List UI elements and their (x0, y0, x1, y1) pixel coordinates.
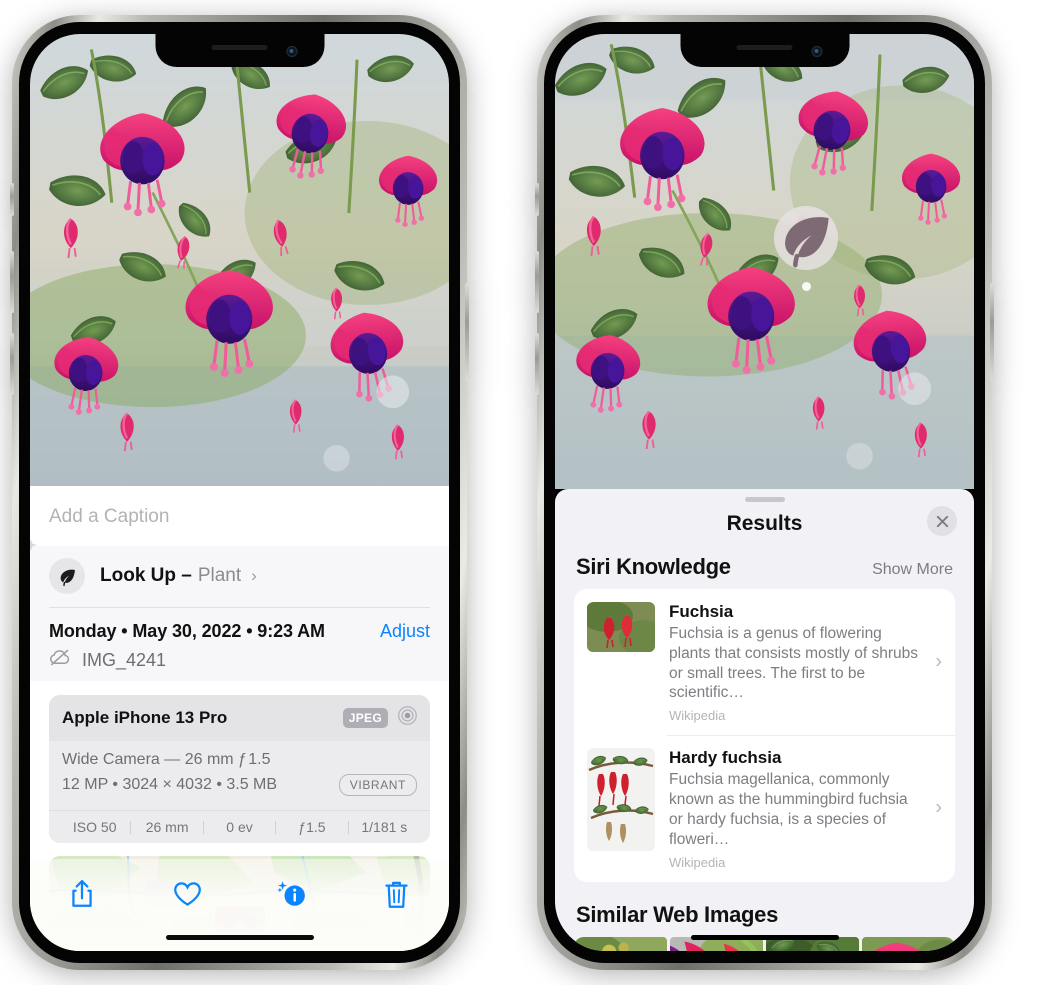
chevron-right-icon: › (251, 566, 257, 585)
similar-image-thumbnail[interactable] (862, 936, 955, 951)
photographic-style-badge: VIBRANT (338, 774, 417, 796)
exif-stat-iso: ISO 50 (72, 819, 117, 835)
size-info: 12 MP • 3024 × 4032 • 3.5 MB (62, 776, 278, 793)
front-camera (811, 46, 822, 57)
volume-up-button[interactable] (10, 251, 14, 313)
screen-right: Results Siri Knowledge Show More Fuchsia… (555, 34, 974, 951)
home-indicator[interactable] (690, 935, 839, 940)
screen-left: Add a Caption Look Up – Plant › Monday •… (30, 34, 449, 951)
exif-stats-row: ISO 50 26 mm 0 ev ƒ1.5 1/181 s (49, 810, 430, 843)
similar-image-thumbnail[interactable] (574, 936, 667, 951)
mute-switch[interactable] (535, 183, 539, 216)
notch (155, 34, 324, 67)
home-indicator[interactable] (165, 935, 314, 940)
result-source: Wikipedia (669, 708, 726, 724)
earpiece-speaker (211, 45, 268, 50)
power-button[interactable] (465, 283, 469, 381)
look-up-block: Look Up – Plant › (30, 539, 449, 608)
results-title: Results (726, 512, 803, 535)
leaf-icon (49, 558, 85, 594)
result-text: Fuchsia Fuchsia is a genus of flowering … (669, 602, 942, 723)
caption-input[interactable]: Add a Caption (30, 486, 449, 546)
photo-viewer[interactable] (30, 34, 449, 486)
power-button[interactable] (990, 283, 994, 381)
result-source: Wikipedia (669, 854, 726, 870)
exif-stat-shutter: 1/181 s (361, 819, 408, 835)
result-title: Fuchsia (669, 602, 734, 621)
volume-down-button[interactable] (535, 333, 539, 395)
look-up-label-group: Look Up – Plant › (100, 565, 257, 587)
similar-web-images-title: Similar Web Images (576, 901, 779, 927)
exif-card[interactable]: Apple iPhone 13 Pro JPEG Wide Camera — 2… (49, 695, 430, 843)
exif-stat-exposure: 0 ev (226, 819, 253, 835)
sparkles-icon (30, 537, 42, 566)
delete-button[interactable] (374, 873, 420, 915)
volume-down-button[interactable] (10, 333, 14, 395)
mute-switch[interactable] (10, 183, 14, 216)
date-row: Monday • May 30, 2022 • 9:23 AM Adjust (49, 621, 430, 642)
visual-look-up-badge[interactable] (774, 206, 838, 291)
adjust-button[interactable]: Adjust (380, 621, 430, 642)
device-bezel: Add a Caption Look Up – Plant › Monday •… (19, 22, 460, 963)
similar-web-images-header: Similar Web Images (555, 882, 974, 937)
notch (680, 34, 849, 67)
exif-badges: JPEG (342, 705, 418, 731)
list-item[interactable]: Hardy fuchsia Fuchsia magellanica, commo… (574, 735, 955, 881)
exif-body: Wide Camera — 26 mm ƒ 1.5 12 MP • 3024 ×… (49, 741, 430, 810)
look-up-subject: Plant (197, 565, 242, 586)
share-button[interactable] (59, 873, 105, 915)
lens-info: Wide Camera — 26 mm ƒ 1.5 (62, 751, 271, 768)
device-bezel: Results Siri Knowledge Show More Fuchsia… (544, 22, 985, 963)
close-icon (936, 515, 948, 527)
result-snippet: Fuchsia is a genus of flowering plants t… (669, 625, 918, 702)
siri-knowledge-card: Fuchsia Fuchsia is a genus of flowering … (574, 589, 955, 882)
result-thumbnail (587, 748, 655, 852)
results-header: Results (555, 502, 974, 552)
result-snippet: Fuchsia magellanica, commonly known as t… (669, 771, 908, 848)
filename-row: IMG_4241 (49, 649, 430, 671)
siri-knowledge-header: Siri Knowledge Show More (555, 552, 974, 589)
siri-knowledge-title: Siri Knowledge (576, 554, 731, 579)
volume-up-button[interactable] (535, 251, 539, 313)
format-badge: JPEG (342, 708, 388, 728)
favorite-button[interactable] (164, 873, 210, 915)
chevron-right-icon: › (935, 650, 942, 673)
result-title: Hardy fuchsia (669, 748, 782, 768)
badge-anchor-dot (801, 282, 811, 291)
results-sheet: Results Siri Knowledge Show More Fuchsia… (555, 489, 974, 951)
iphone-device-left: Add a Caption Look Up – Plant › Monday •… (10, 15, 469, 970)
screenshot-stage: Add a Caption Look Up – Plant › Monday •… (0, 0, 1055, 985)
look-up-label: Look Up – (100, 565, 192, 586)
photo-metadata-block: Monday • May 30, 2022 • 9:23 AM Adjust I… (30, 608, 449, 681)
size-info-row: 12 MP • 3024 × 4032 • 3.5 MB VIBRANT (62, 774, 417, 796)
close-button[interactable] (927, 506, 957, 536)
front-camera (286, 46, 297, 57)
exif-header: Apple iPhone 13 Pro JPEG (49, 695, 430, 741)
leaf-icon (774, 206, 838, 270)
show-more-button[interactable]: Show More (872, 561, 953, 579)
camera-model: Apple iPhone 13 Pro (62, 708, 228, 727)
chevron-right-icon: › (935, 796, 942, 819)
exif-stat-focal: 26 mm (145, 819, 189, 835)
aperture-icon (397, 705, 418, 731)
earpiece-speaker (736, 45, 793, 50)
photo-viewer[interactable] (555, 34, 974, 489)
exif-stat-aperture: ƒ1.5 (298, 819, 326, 835)
info-button[interactable] (269, 873, 315, 915)
result-text: Hardy fuchsia Fuchsia magellanica, commo… (669, 748, 942, 869)
result-thumbnail (587, 602, 655, 652)
list-item[interactable]: Fuchsia Fuchsia is a genus of flowering … (574, 589, 955, 735)
look-up-row[interactable]: Look Up – Plant › (30, 539, 449, 607)
photo-filename: IMG_4241 (82, 649, 167, 670)
photo-info-sheet: Add a Caption Look Up – Plant › Monday •… (30, 486, 449, 951)
iphone-device-right: Results Siri Knowledge Show More Fuchsia… (535, 15, 994, 970)
cloud-slash-icon (49, 649, 72, 671)
photo-date: Monday • May 30, 2022 • 9:23 AM (49, 621, 325, 641)
